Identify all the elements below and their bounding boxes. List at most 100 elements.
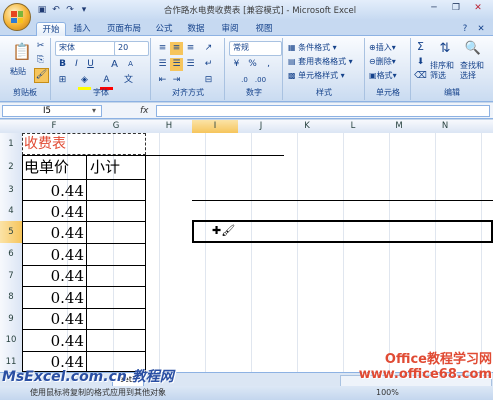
column-header-m[interactable]: M	[376, 120, 423, 134]
close-icon[interactable]: ✕	[468, 2, 488, 15]
find-select-icon[interactable]: 🔍	[464, 40, 482, 58]
column-header-f[interactable]: F	[22, 120, 87, 134]
column-header-l[interactable]: L	[330, 120, 377, 134]
cell-g2[interactable]: 小计	[90, 157, 120, 177]
paste-icon[interactable]: 📋	[12, 42, 32, 62]
border-icon[interactable]: ⊞	[56, 74, 69, 87]
sort-filter-label-2[interactable]: 筛选	[430, 70, 446, 81]
cell-f3[interactable]: 0.44	[24, 181, 84, 201]
column-header-g[interactable]: G	[86, 120, 147, 134]
office-button[interactable]	[3, 3, 31, 31]
align-right-icon[interactable]: ☰	[184, 58, 197, 71]
underline-button[interactable]: U	[84, 58, 97, 71]
column-header-j[interactable]: J	[238, 120, 285, 134]
formula-input[interactable]	[156, 105, 490, 117]
tab-view[interactable]: 视图	[252, 22, 276, 36]
redo-icon[interactable]: ↷	[64, 4, 76, 16]
phonetic-icon[interactable]: 文	[122, 74, 135, 87]
cell-f7[interactable]: 0.44	[24, 266, 84, 286]
clear-icon[interactable]: ⌫	[414, 70, 427, 83]
cell-styles-button[interactable]: ▩ 单元格样式 ▾	[288, 70, 345, 81]
row-header-4[interactable]: 4	[0, 200, 23, 222]
cell-f6[interactable]: 0.44	[24, 245, 84, 265]
cell-f2[interactable]: 电单价	[24, 157, 69, 177]
comma-button[interactable]: ,	[262, 58, 275, 71]
column-header-h[interactable]: H	[146, 120, 193, 134]
wrap-text-icon[interactable]: ↵	[202, 58, 215, 71]
tab-review[interactable]: 审阅	[218, 22, 242, 36]
cell-f8[interactable]: 0.44	[24, 288, 84, 308]
cut-icon[interactable]: ✂	[34, 40, 47, 53]
find-select-label-2[interactable]: 选择	[460, 70, 476, 81]
row-header-5[interactable]: 5	[0, 221, 23, 244]
cell-f10[interactable]: 0.44	[24, 331, 84, 351]
align-left-icon[interactable]: ☰	[156, 58, 169, 71]
row-header-10[interactable]: 10	[0, 329, 23, 352]
italic-button[interactable]: I	[70, 58, 83, 71]
font-name-select[interactable]: 宋体	[55, 41, 116, 56]
restore-icon[interactable]: ❐	[446, 2, 466, 15]
decrease-decimal-icon[interactable]: .00	[254, 74, 267, 87]
table-format-button[interactable]: ▤ 套用表格格式 ▾	[288, 56, 353, 67]
increase-decimal-icon[interactable]: .0	[238, 74, 251, 87]
percent-button[interactable]: %	[246, 58, 259, 71]
align-bottom-icon[interactable]: ≡	[184, 42, 197, 55]
align-top-icon[interactable]: ≡	[156, 42, 169, 55]
fill-icon[interactable]: ⬇	[414, 56, 427, 69]
ribbon-close-icon[interactable]: ✕	[474, 22, 488, 36]
tab-data[interactable]: 数据	[184, 22, 208, 36]
decrease-indent-icon[interactable]: ⇤	[156, 74, 169, 87]
number-format-select[interactable]: 常规	[229, 41, 282, 56]
grow-font-button[interactable]: A	[108, 58, 121, 71]
sort-filter-icon[interactable]: ⇅	[436, 40, 454, 58]
qat-dropdown-icon[interactable]: ▾	[78, 4, 90, 16]
bold-button[interactable]: B	[56, 58, 69, 71]
zoom-level[interactable]: 100%	[376, 386, 399, 400]
format-cells-button[interactable]: ▣格式▾	[369, 70, 397, 81]
tab-insert[interactable]: 插入	[70, 22, 94, 36]
cell-f1[interactable]: 收费表	[24, 134, 66, 154]
insert-cells-button[interactable]: ⊕插入▾	[369, 42, 396, 53]
cell-f5[interactable]: 0.44	[24, 223, 84, 243]
increase-indent-icon[interactable]: ⇥	[170, 74, 183, 87]
insert-function-button[interactable]: fx	[140, 105, 154, 117]
row-header-1[interactable]: 1	[0, 133, 23, 156]
row-header-2[interactable]: 2	[0, 155, 23, 180]
delete-cells-button[interactable]: ⊖删除▾	[369, 56, 396, 67]
cell-f4[interactable]: 0.44	[24, 202, 84, 222]
row-header-8[interactable]: 8	[0, 286, 23, 309]
selected-range[interactable]	[192, 220, 493, 243]
font-size-select[interactable]: 20	[114, 41, 149, 56]
worksheet-grid[interactable]: F G H I J K L M N 1 2 3 4 5 6 7 8 9 10 1…	[0, 120, 493, 372]
row-header-3[interactable]: 3	[0, 179, 23, 201]
column-header-i[interactable]: I	[192, 120, 239, 134]
row-header-7[interactable]: 7	[0, 265, 23, 287]
help-icon[interactable]: ?	[458, 22, 472, 36]
align-center-icon[interactable]: ☰	[170, 58, 183, 71]
cell-f9[interactable]: 0.44	[24, 309, 84, 329]
tab-formulas[interactable]: 公式	[152, 22, 176, 36]
row-header-9[interactable]: 9	[0, 308, 23, 330]
tab-home[interactable]: 开始	[36, 22, 66, 37]
conditional-format-button[interactable]: ▦ 条件格式 ▾	[288, 42, 337, 53]
paste-button[interactable]: 粘贴	[10, 66, 26, 77]
name-box-dropdown-icon[interactable]: ▾	[92, 106, 96, 115]
text-orientation-icon[interactable]: ↗	[202, 42, 215, 55]
currency-icon[interactable]: ¥	[230, 58, 243, 71]
column-header-n[interactable]: N	[422, 120, 469, 134]
format-painter-icon[interactable]: 🖌	[34, 68, 49, 83]
select-all-corner[interactable]	[0, 120, 23, 134]
name-box[interactable]: I5	[2, 105, 102, 117]
row-line	[22, 243, 146, 244]
undo-icon[interactable]: ↶	[50, 4, 62, 16]
merge-center-icon[interactable]: ⊟	[202, 74, 215, 87]
autosum-button[interactable]: Σ	[414, 40, 427, 53]
save-icon[interactable]: ▣	[36, 4, 48, 16]
minimize-icon[interactable]: ─	[424, 2, 444, 15]
align-middle-icon[interactable]: ≡	[170, 42, 183, 55]
shrink-font-button[interactable]: A	[124, 58, 137, 71]
column-header-k[interactable]: K	[284, 120, 331, 134]
row-header-6[interactable]: 6	[0, 243, 23, 266]
tab-page-layout[interactable]: 页面布局	[102, 22, 146, 36]
copy-icon[interactable]: ⎘	[34, 54, 47, 67]
